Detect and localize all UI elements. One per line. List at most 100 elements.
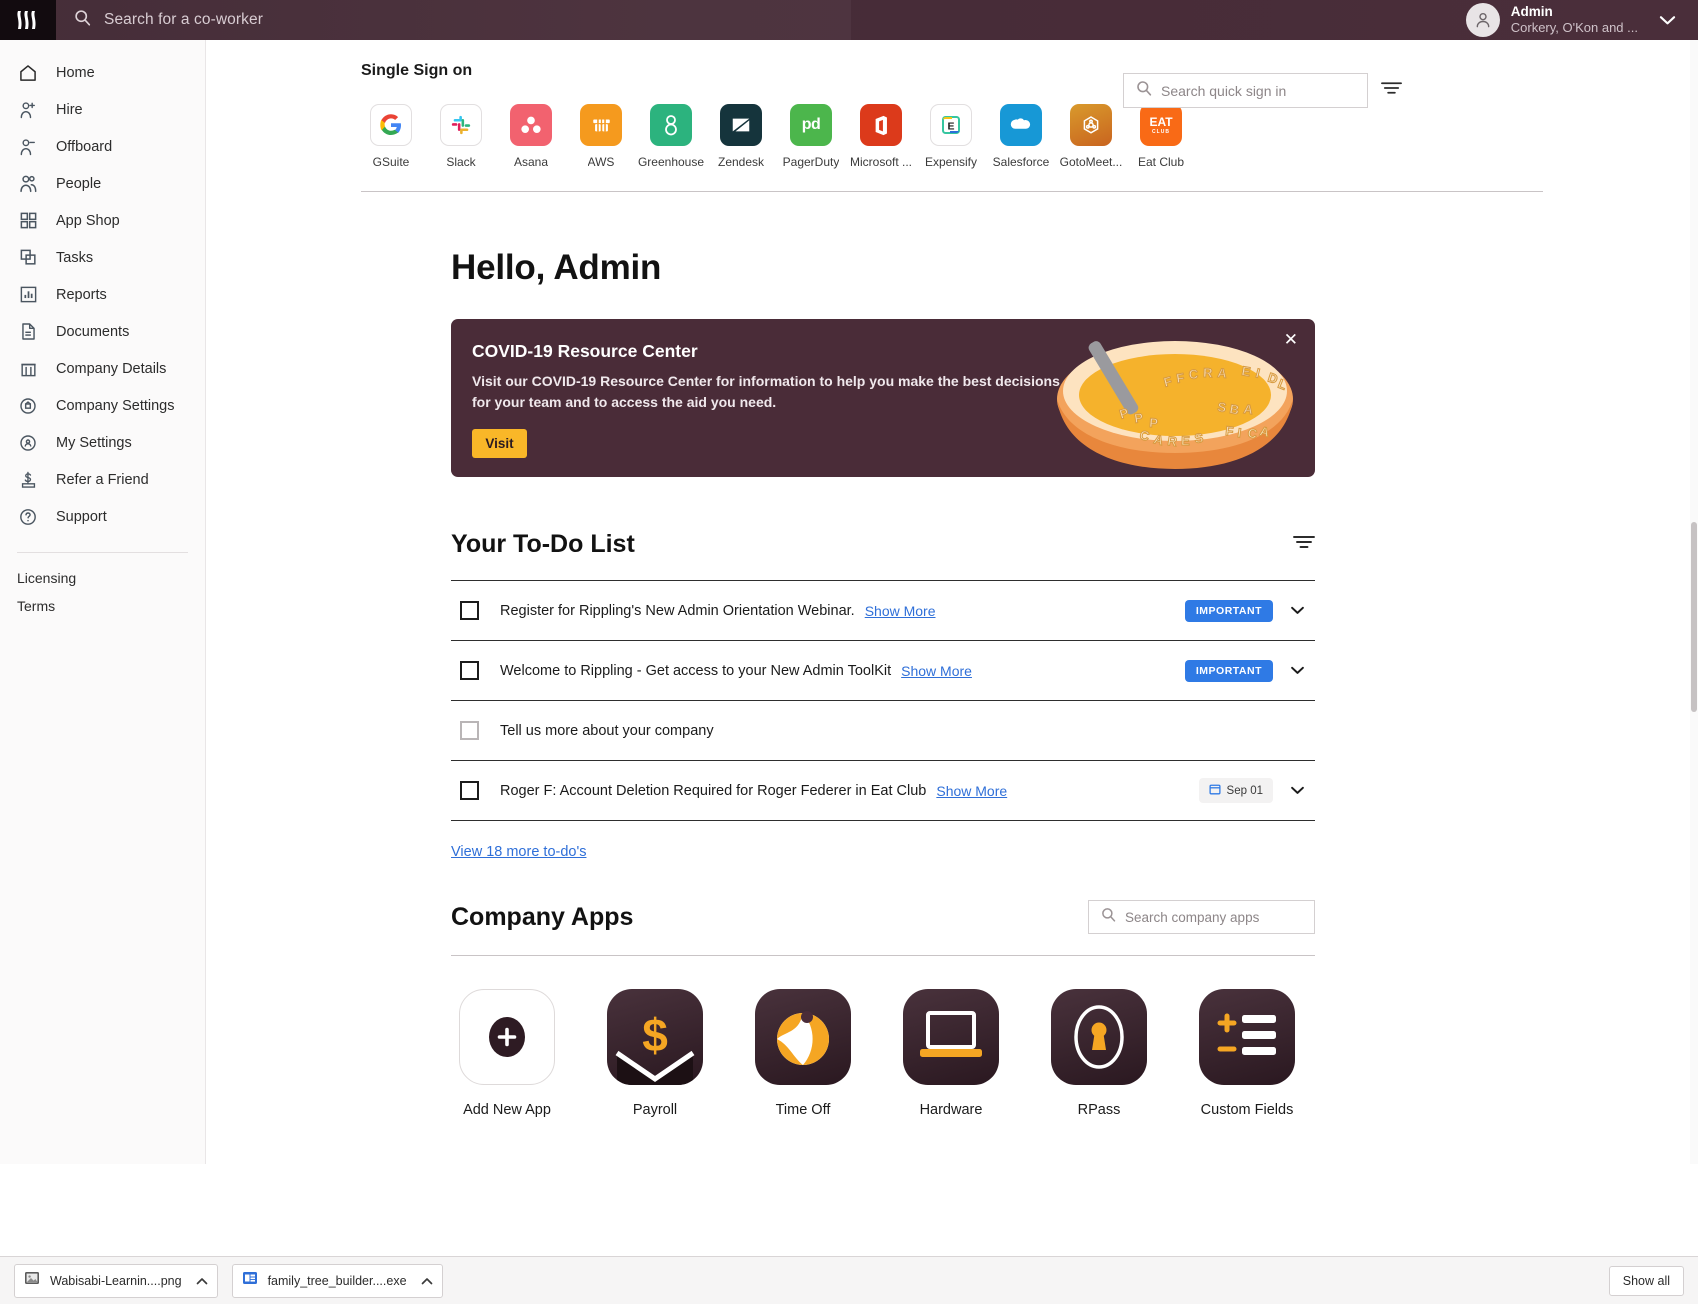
sidebar-item-offboard[interactable]: Offboard (0, 128, 205, 165)
user-name: Admin (1510, 4, 1553, 20)
company-app-custom-fields[interactable]: Custom Fields (1199, 989, 1295, 1118)
todo-checkbox[interactable] (460, 601, 479, 620)
sidebar: Home Hire Offboard People App Shop Tasks (0, 40, 206, 1164)
sso-app-pagerduty[interactable]: pd PagerDuty (776, 104, 846, 169)
todo-title: Your To-Do List (451, 530, 635, 558)
download-label: family_tree_builder....exe (267, 1273, 407, 1288)
filter-icon[interactable] (1381, 80, 1402, 101)
global-search-input[interactable]: Search for a co-worker (56, 0, 851, 40)
sso-app-microsoft[interactable]: Microsoft ... (846, 104, 916, 169)
todo-checkbox[interactable] (460, 721, 479, 740)
main-content: Single Sign on Search quick sign in GSui… (206, 40, 1698, 1164)
aws-icon (580, 104, 622, 146)
tasks-stack-icon (17, 247, 39, 269)
todo-text: Tell us more about your company (500, 722, 714, 739)
user-menu[interactable]: Admin Corkery, O'Kon and ... (1465, 0, 1698, 40)
plus-circle-icon (459, 989, 555, 1085)
sidebar-item-label: Support (56, 508, 107, 525)
sso-app-label: GotoMeet... (1059, 155, 1123, 169)
sidebar-link-licensing[interactable]: Licensing (17, 570, 188, 586)
sidebar-item-company-details[interactable]: Company Details (0, 350, 205, 387)
sso-app-greenhouse[interactable]: Greenhouse (636, 104, 706, 169)
sidebar-item-home[interactable]: Home (0, 54, 205, 91)
sso-app-list: GSuite Slack Asana AWS Greenhouse Zendes… (356, 104, 1698, 169)
question-circle-icon (17, 506, 39, 528)
gsuite-icon (370, 104, 412, 146)
sidebar-item-tasks[interactable]: Tasks (0, 239, 205, 276)
close-icon[interactable]: ✕ (1284, 331, 1298, 348)
company-app-hardware[interactable]: Hardware (903, 989, 999, 1118)
sidebar-item-refer-a-friend[interactable]: Refer a Friend (0, 461, 205, 498)
company-apps-header: Company Apps Search company apps (451, 900, 1315, 934)
sidebar-item-label: Hire (56, 101, 83, 118)
rippling-logo-icon[interactable] (0, 0, 56, 40)
chevron-down-icon[interactable] (1290, 786, 1305, 795)
status-badge: IMPORTANT (1184, 599, 1273, 622)
due-date-chip[interactable]: Sep 01 (1198, 778, 1273, 803)
show-all-downloads-button[interactable]: Show all (1608, 1265, 1684, 1296)
calendar-icon (1209, 783, 1221, 798)
banner-visit-button[interactable]: Visit (472, 429, 527, 458)
todo-checkbox[interactable] (460, 661, 479, 680)
salesforce-cloud-icon (1000, 104, 1042, 146)
company-app-rpass[interactable]: RPass (1051, 989, 1147, 1118)
sidebar-item-my-settings[interactable]: My Settings (0, 424, 205, 461)
sidebar-item-support[interactable]: Support (0, 498, 205, 535)
pagerduty-icon: pd (790, 104, 832, 146)
sso-app-eat-club[interactable]: EAT CLUB Eat Club (1126, 104, 1196, 169)
chevron-up-icon[interactable] (196, 1272, 208, 1290)
user-org: Corkery, O'Kon and ... (1510, 20, 1638, 36)
download-item[interactable]: family_tree_builder....exe (231, 1263, 443, 1298)
chevron-up-icon[interactable] (421, 1272, 433, 1290)
sso-app-gotomeeting[interactable]: GotoMeet... (1056, 104, 1126, 169)
sidebar-item-documents[interactable]: Documents (0, 313, 205, 350)
company-app-time-off[interactable]: Time Off (755, 989, 851, 1118)
sidebar-item-people[interactable]: People (0, 165, 205, 202)
todo-row[interactable]: Register for Rippling's New Admin Orient… (451, 581, 1315, 641)
sso-app-salesforce[interactable]: Salesforce (986, 104, 1056, 169)
todo-show-more-link[interactable]: Show More (901, 663, 972, 679)
sidebar-item-company-settings[interactable]: Company Settings (0, 387, 205, 424)
company-apps-search-placeholder: Search company apps (1125, 909, 1260, 925)
page-scrollbar[interactable] (1690, 40, 1698, 1164)
sidebar-item-hire[interactable]: Hire (0, 91, 205, 128)
download-item[interactable]: Wabisabi-Learnin....png (14, 1263, 218, 1298)
company-app-payroll[interactable]: $ Payroll (607, 989, 703, 1118)
chevron-down-icon[interactable] (1290, 606, 1305, 615)
zendesk-icon (720, 104, 762, 146)
sidebar-item-label: People (56, 175, 102, 192)
scrollbar-thumb[interactable] (1691, 522, 1697, 712)
company-app-add-new-app[interactable]: Add New App (459, 989, 555, 1118)
filter-icon[interactable] (1293, 534, 1315, 555)
sso-app-zendesk[interactable]: Zendesk (706, 104, 776, 169)
todo-show-more-link[interactable]: Show More (936, 783, 1007, 799)
todo-show-more-link[interactable]: Show More (865, 603, 936, 619)
chevron-down-icon[interactable] (1659, 15, 1676, 26)
sidebar-item-label: My Settings (56, 434, 132, 451)
banner-title: COVID-19 Resource Center (472, 341, 698, 361)
todo-checkbox[interactable] (460, 781, 479, 800)
sidebar-item-app-shop[interactable]: App Shop (0, 202, 205, 239)
sso-app-asana[interactable]: Asana (496, 104, 566, 169)
chevron-down-icon[interactable] (1290, 666, 1305, 675)
grid-apps-icon (17, 210, 39, 232)
todo-row[interactable]: Tell us more about your company (451, 701, 1315, 761)
greenhouse-icon (650, 104, 692, 146)
view-more-todos-link[interactable]: View 18 more to-do's (451, 844, 586, 860)
keyhole-icon (1051, 989, 1147, 1085)
sso-app-slack[interactable]: Slack (426, 104, 496, 169)
todo-row[interactable]: Roger F: Account Deletion Required for R… (451, 761, 1315, 821)
gear-person-icon (17, 432, 39, 454)
company-apps-divider (451, 955, 1315, 956)
gotomeeting-icon (1070, 104, 1112, 146)
todo-row[interactable]: Welcome to Rippling - Get access to your… (451, 641, 1315, 701)
sso-app-aws[interactable]: AWS (566, 104, 636, 169)
sso-app-expensify[interactable]: E Expensify (916, 104, 986, 169)
company-apps-search-input[interactable]: Search company apps (1088, 900, 1315, 934)
sidebar-item-reports[interactable]: Reports (0, 276, 205, 313)
sidebar-link-terms[interactable]: Terms (17, 598, 188, 614)
sso-app-gsuite[interactable]: GSuite (356, 104, 426, 169)
search-icon (1136, 80, 1152, 101)
sso-search-input[interactable]: Search quick sign in (1123, 73, 1368, 108)
sso-title: Single Sign on (361, 62, 473, 79)
